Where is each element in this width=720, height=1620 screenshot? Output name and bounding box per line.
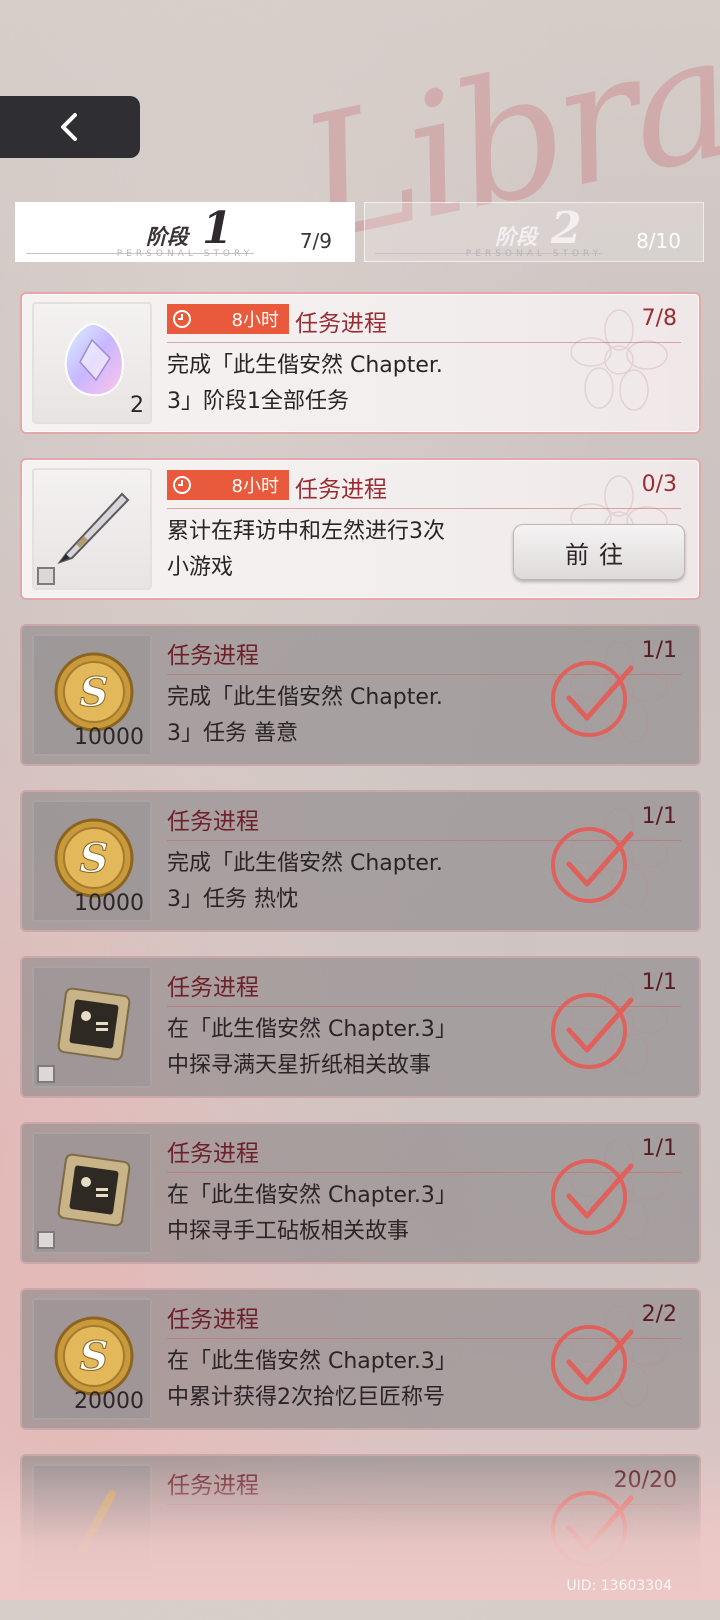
task-card-8: 任务进程 20/20 — [20, 1454, 701, 1596]
reward-thumbnail[interactable] — [32, 1464, 152, 1586]
task-description: 完成「此生偕安然 Chapter. 3」阶段1全部任务 — [167, 353, 443, 414]
completed-check-icon — [551, 661, 634, 737]
task-progress-count: 1/1 — [641, 1136, 677, 1161]
reward-thumbnail[interactable]: 2 — [32, 302, 152, 424]
chip-card-icon — [57, 987, 131, 1061]
task-progress-label: 任务进程 — [167, 809, 259, 835]
task-list: 2 8小时 任务进程 7/8 完成「此生偕安然 Chapter. 3」阶段1全部… — [20, 292, 701, 1620]
reward-quantity: 2 — [130, 393, 144, 418]
tab-stage-2[interactable]: 阶段 2 PERSONAL STORY 8/10 — [364, 202, 704, 262]
task-progress-label: 任务进程 — [167, 1141, 259, 1167]
coin-icon: S — [54, 652, 134, 732]
timer-text: 8小时 — [231, 310, 279, 331]
uid-label: UID: 13603304 — [566, 1578, 672, 1594]
reward-thumbnail[interactable] — [32, 966, 152, 1088]
task-description: 累计在拜访中和左然进行3次 小游戏 — [167, 519, 445, 580]
clock-icon — [173, 476, 191, 494]
reward-quantity: 20000 — [74, 1389, 144, 1414]
chip-card-icon — [57, 1153, 131, 1227]
tab-progress-count: 7/9 — [299, 229, 332, 253]
scroll-icon — [78, 1490, 116, 1554]
clock-icon — [173, 310, 191, 328]
tab-stage-number: 1 — [202, 203, 233, 254]
tab-progress-count: 8/10 — [636, 229, 681, 253]
tab-stage-word: 阶段 — [146, 224, 188, 249]
completed-check-icon — [551, 1159, 634, 1235]
coin-icon: S — [54, 1316, 134, 1396]
task-progress-count: 0/3 — [641, 472, 677, 497]
svg-text:S: S — [80, 835, 109, 882]
task-card-6: 任务进程 1/1 在「此生偕安然 Chapter.3」 中探寻手工砧板相关故事 — [20, 1122, 701, 1264]
square-icon — [37, 1231, 55, 1249]
tab-stage-1[interactable]: 阶段 1 PERSONAL STORY 7/9 — [15, 202, 355, 262]
timer-badge: 8小时 — [167, 304, 289, 334]
reward-thumbnail[interactable]: S 10000 — [32, 800, 152, 922]
task-description: 在「此生偕安然 Chapter.3」 中累计获得2次拾忆巨匠称号 — [167, 1349, 457, 1410]
tab-subtitle: PERSONAL STORY — [116, 249, 254, 259]
task-card-5: 任务进程 1/1 在「此生偕安然 Chapter.3」 中探寻满天星折纸相关故事 — [20, 956, 701, 1098]
task-description: 在「此生偕安然 Chapter.3」 中探寻手工砧板相关故事 — [167, 1183, 457, 1244]
task-progress-label: 任务进程 — [295, 311, 387, 337]
reward-thumbnail[interactable] — [32, 468, 152, 590]
task-card-3: S 10000 任务进程 1/1 完成「此生偕安然 Chapter. 3」任务 … — [20, 624, 701, 766]
task-progress-count: 7/8 — [641, 306, 677, 331]
completed-check-icon — [551, 1325, 634, 1401]
completed-check-icon — [551, 993, 634, 1069]
task-card-7: S 20000 任务进程 2/2 在「此生偕安然 Chapter.3」 中累计获… — [20, 1288, 701, 1430]
timer-badge: 8小时 — [167, 470, 289, 500]
card-divider — [167, 508, 681, 509]
completed-check-icon — [551, 1491, 634, 1567]
coin-icon: S — [54, 818, 134, 898]
task-progress-label: 任务进程 — [295, 477, 387, 503]
task-description: 在「此生偕安然 Chapter.3」 中探寻满天星折纸相关故事 — [167, 1017, 457, 1078]
tab-stage-number: 2 — [551, 203, 582, 254]
task-card-4: S 10000 任务进程 1/1 完成「此生偕安然 Chapter. 3」任务 … — [20, 790, 701, 932]
pen-icon — [57, 492, 130, 564]
task-progress-label: 任务进程 — [167, 975, 259, 1001]
task-progress-count: 2/2 — [641, 1302, 677, 1327]
reward-thumbnail[interactable]: S 20000 — [32, 1298, 152, 1420]
task-card-1: 2 8小时 任务进程 7/8 完成「此生偕安然 Chapter. 3」阶段1全部… — [20, 292, 701, 434]
square-icon — [37, 1065, 55, 1083]
svg-text:S: S — [80, 669, 109, 716]
task-progress-count: 1/1 — [641, 804, 677, 829]
reward-thumbnail[interactable]: S 10000 — [32, 634, 152, 756]
task-progress-label: 任务进程 — [167, 1473, 259, 1499]
chevron-left-icon — [61, 113, 77, 141]
task-progress-label: 任务进程 — [167, 643, 259, 669]
task-card-2: 8小时 任务进程 0/3 累计在拜访中和左然进行3次 小游戏 前往 — [20, 458, 701, 600]
go-button[interactable]: 前往 — [513, 524, 685, 580]
reward-thumbnail[interactable] — [32, 1132, 152, 1254]
task-progress-label: 任务进程 — [167, 1307, 259, 1333]
task-progress-count: 1/1 — [641, 970, 677, 995]
task-progress-count: 1/1 — [641, 638, 677, 663]
square-icon — [37, 567, 55, 585]
reward-quantity: 10000 — [74, 725, 144, 750]
timer-text: 8小时 — [231, 476, 279, 497]
task-description: 完成「此生偕安然 Chapter. 3」任务 热忱 — [167, 851, 443, 912]
completed-check-icon — [551, 827, 634, 903]
card-divider — [167, 342, 681, 343]
tab-stage-word: 阶段 — [495, 224, 537, 249]
crystal-icon — [64, 322, 124, 397]
reward-quantity: 10000 — [74, 891, 144, 916]
task-description: 完成「此生偕安然 Chapter. 3」任务 善意 — [167, 685, 443, 746]
svg-text:S: S — [80, 1333, 109, 1380]
back-button[interactable] — [0, 96, 140, 158]
